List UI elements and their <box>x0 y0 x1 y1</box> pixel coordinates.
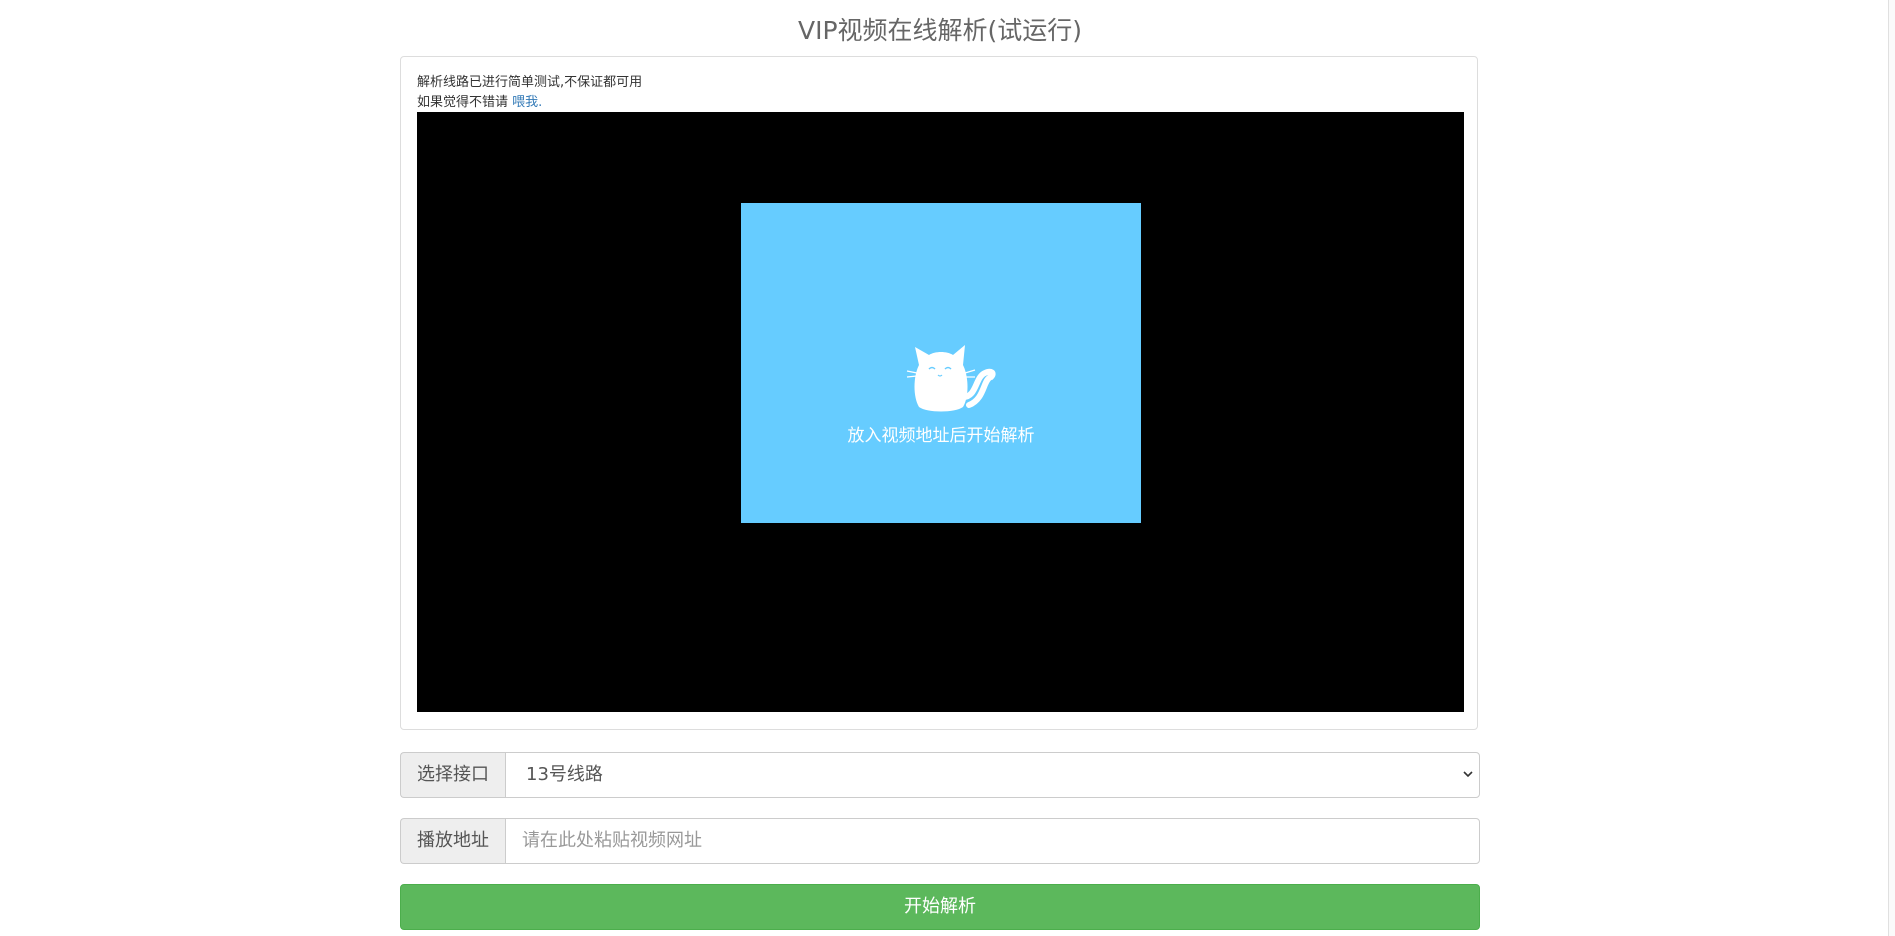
interface-label: 选择接口 <box>400 752 505 798</box>
notice-prefix: 如果觉得不错请 <box>417 95 513 110</box>
player-placeholder-text: 放入视频地址后开始解析 <box>847 426 1035 446</box>
start-parse-button[interactable]: 开始解析 <box>400 884 1480 930</box>
address-label: 播放地址 <box>400 818 505 864</box>
page-title: VIP视频在线解析(试运行) <box>797 16 1083 45</box>
address-input-group: 播放地址 请在此处粘贴视频网址 <box>400 818 1480 864</box>
notice-line-1: 解析线路已进行简单测试,不保证都可用 <box>417 75 643 90</box>
interface-select-group: 选择接口 13号线路 <box>400 752 1480 798</box>
notice-line-2: 如果觉得不错请 喂我. <box>417 93 642 113</box>
address-input[interactable]: 请在此处粘贴视频网址 <box>505 818 1480 864</box>
interface-selected-value: 13号线路 <box>526 764 603 785</box>
player-placeholder: 放入视频地址后开始解析 <box>741 203 1141 523</box>
feed-me-link[interactable]: 喂我. <box>512 95 542 110</box>
player-panel: 解析线路已进行简单测试,不保证都可用 如果觉得不错请 喂我. 放入视频地址后开始… <box>400 56 1478 730</box>
cat-icon <box>906 345 996 412</box>
notice: 解析线路已进行简单测试,不保证都可用 如果觉得不错请 喂我. <box>417 73 642 113</box>
interface-select[interactable]: 13号线路 <box>505 752 1480 798</box>
video-player[interactable]: 放入视频地址后开始解析 <box>417 112 1464 712</box>
chevron-down-icon <box>1463 771 1473 778</box>
page: VIP视频在线解析(试运行) 解析线路已进行简单测试,不保证都可用 如果觉得不错… <box>0 0 1895 936</box>
scrollbar[interactable] <box>1888 0 1895 936</box>
